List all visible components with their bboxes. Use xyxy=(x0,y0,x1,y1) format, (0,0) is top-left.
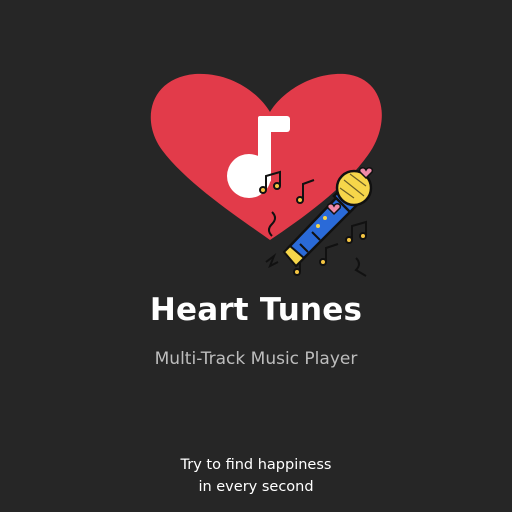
tagline: Try to find happiness in every second xyxy=(0,454,512,498)
app-title: Heart Tunes xyxy=(149,292,363,328)
app-subtitle: Multi-Track Music Player xyxy=(154,349,358,369)
tagline-line-2: in every second xyxy=(198,479,314,495)
tagline-line-1: Try to find happiness xyxy=(180,457,332,473)
splash-screen: Heart Tunes Multi-Track Music Player Try… xyxy=(0,0,512,512)
app-logo xyxy=(150,73,382,277)
